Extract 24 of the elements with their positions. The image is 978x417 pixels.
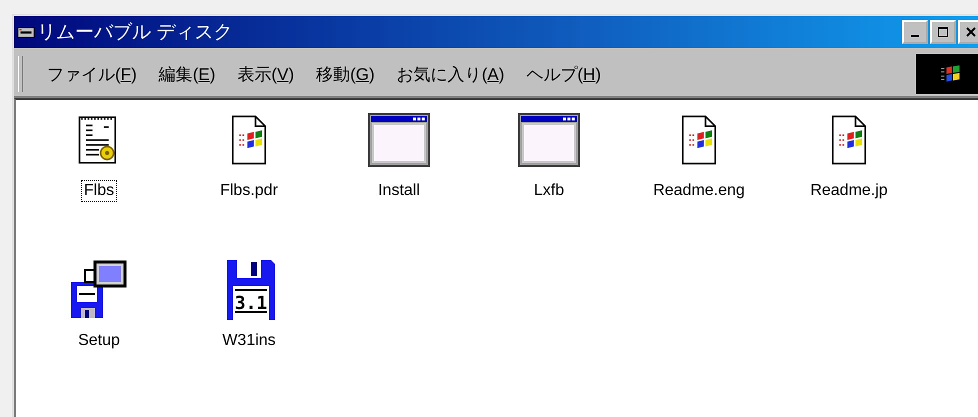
file-name[interactable]: Flbs bbox=[80, 180, 118, 202]
disk-label: 3.1 bbox=[234, 293, 268, 314]
file-name[interactable]: Readme.jp bbox=[807, 180, 891, 202]
menu-item[interactable]: ヘルプ(H) bbox=[520, 62, 613, 86]
menu-item[interactable]: ファイル(F) bbox=[41, 62, 149, 86]
menu-item[interactable]: 編集(E) bbox=[152, 62, 228, 86]
file-name[interactable]: W31ins bbox=[219, 330, 279, 352]
window-title: リムーバブル ディスク bbox=[37, 21, 234, 45]
maximize-button[interactable] bbox=[930, 20, 956, 44]
minimize-button[interactable] bbox=[902, 20, 928, 44]
menu-item[interactable]: 表示(V) bbox=[231, 62, 306, 86]
maximize-icon bbox=[937, 27, 949, 37]
windows-logo bbox=[916, 54, 978, 94]
close-button[interactable] bbox=[958, 20, 978, 44]
menu-item[interactable]: お気に入り(A) bbox=[390, 62, 516, 86]
file-name[interactable]: Readme.eng bbox=[650, 180, 748, 202]
file-name[interactable]: Setup bbox=[75, 330, 123, 352]
close-icon bbox=[965, 27, 977, 37]
file-name[interactable]: Flbs.pdr bbox=[217, 180, 281, 202]
file-name[interactable]: Lxfb bbox=[530, 180, 568, 202]
file-name[interactable]: Install bbox=[375, 180, 423, 202]
menu-item[interactable]: 移動(G) bbox=[310, 62, 387, 86]
drive-icon bbox=[17, 26, 35, 38]
minimize-icon bbox=[911, 35, 919, 37]
